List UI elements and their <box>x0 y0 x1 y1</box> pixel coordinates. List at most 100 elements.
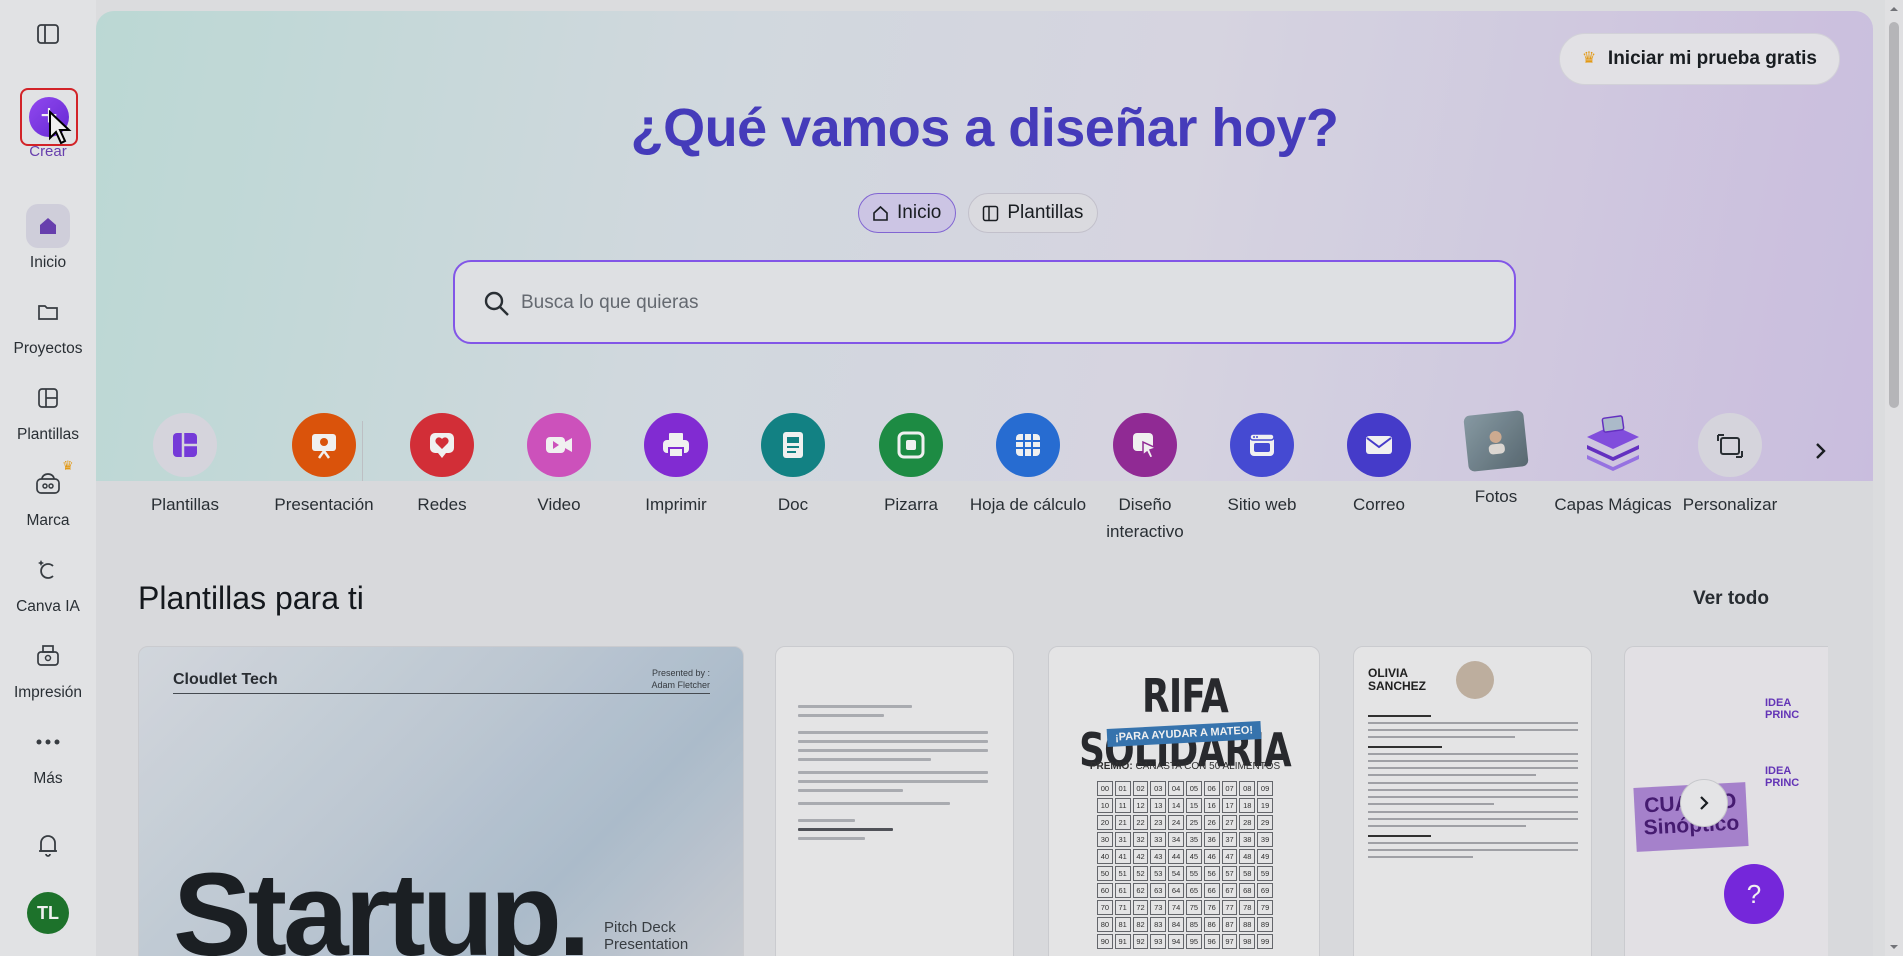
template-card-startup[interactable]: Cloudlet Tech Presented by : Adam Fletche… <box>138 646 744 956</box>
mouse-cursor-icon <box>49 110 72 145</box>
raffle-number-cell: 90 <box>1097 934 1113 949</box>
start-trial-button[interactable]: ♛ Iniciar mi prueba gratis <box>1558 33 1840 85</box>
raffle-number-cell: 35 <box>1186 832 1202 847</box>
category-presentacion[interactable]: Presentación <box>265 413 383 518</box>
synoptic-idea-label: IDEA PRINC <box>1765 697 1800 721</box>
raffle-number-cell: 25 <box>1186 815 1202 830</box>
category-imprimir[interactable]: Imprimir <box>617 413 735 518</box>
category-diseno-interactivo[interactable]: Diseño interactivo <box>1086 413 1204 545</box>
category-hoja-de-calculo[interactable]: Hoja de cálculo <box>969 413 1087 518</box>
scroll-down-icon[interactable] <box>1889 942 1899 952</box>
raffle-number-cell: 20 <box>1097 815 1113 830</box>
raffle-number-cell: 39 <box>1257 832 1273 847</box>
presentation-icon <box>292 413 356 477</box>
raffle-number-cell: 19 <box>1257 798 1273 813</box>
scrollbar-thumb[interactable] <box>1889 22 1899 408</box>
mail-icon <box>1347 413 1411 477</box>
page-title: ¿Qué vamos a diseñar hoy? <box>630 98 1339 158</box>
raffle-number-cell: 98 <box>1239 934 1256 949</box>
presenter-name: Adam Fletcher <box>651 680 710 690</box>
raffle-number-cell: 69 <box>1257 883 1273 898</box>
category-label: Personalizar <box>1682 495 1778 514</box>
raffle-number-cell: 31 <box>1114 832 1131 847</box>
page-scrollbar[interactable] <box>1885 0 1903 956</box>
home-icon <box>873 205 888 221</box>
see-all-link[interactable]: Ver todo <box>1693 588 1769 610</box>
prize-text: CANASTA CON 50 ALIMENTOS <box>1135 761 1281 772</box>
resume-last-name: SANCHEZ <box>1368 679 1427 693</box>
category-video[interactable]: Video <box>500 413 618 518</box>
scroll-up-icon[interactable] <box>1889 4 1899 14</box>
raffle-number-cell: 94 <box>1168 934 1184 949</box>
resume-name: OLIVIA SANCHEZ <box>1368 667 1426 693</box>
raffle-number-cell: 81 <box>1114 917 1131 932</box>
raffle-number-cell: 78 <box>1239 900 1256 915</box>
raffle-number-cell: 71 <box>1114 900 1131 915</box>
category-doc[interactable]: Doc <box>734 413 852 518</box>
sidebar-item-label: Más <box>33 770 63 787</box>
raffle-number-cell: 95 <box>1186 934 1202 949</box>
raffle-number-cell: 00 <box>1097 781 1113 796</box>
category-shortcuts: Plantillas Presentación Redes Video Impr… <box>126 410 1826 545</box>
template-headline: Startup. <box>173 849 591 956</box>
raffle-number-cell: 24 <box>1168 815 1184 830</box>
sidebar-item-mas[interactable]: Más <box>0 720 96 788</box>
sidebar-toggle-icon[interactable] <box>36 22 60 46</box>
raffle-number-cell: 54 <box>1168 866 1184 881</box>
custom-size-icon <box>1698 413 1762 477</box>
category-fotos[interactable]: Fotos <box>1437 410 1555 510</box>
template-card-raffle[interactable]: RIFA SOLIDARIA ¡PARA AYUDAR A MATEO! PRE… <box>1048 646 1320 956</box>
sheet-icon <box>996 413 1060 477</box>
carousel-next-button[interactable] <box>1680 779 1728 827</box>
raffle-number-cell: 43 <box>1150 849 1167 864</box>
raffle-number-cell: 88 <box>1239 917 1256 932</box>
template-subtitle: Pitch Deck Presentation <box>604 919 688 953</box>
raffle-number-cell: 23 <box>1150 815 1167 830</box>
tab-plantillas[interactable]: Plantillas <box>968 193 1099 233</box>
raffle-number-cell: 73 <box>1150 900 1167 915</box>
raffle-number-cell: 42 <box>1132 849 1149 864</box>
sidebar-item-impresion[interactable]: Impresión <box>0 634 96 702</box>
raffle-number-cell: 13 <box>1150 798 1167 813</box>
sidebar-item-canva-ia[interactable]: Canva IA <box>0 548 96 616</box>
sidebar-item-label: Impresión <box>13 684 83 701</box>
search-input[interactable] <box>521 284 1421 322</box>
help-button[interactable]: ? <box>1724 864 1784 924</box>
sidebar-item-label: Canva IA <box>16 598 80 615</box>
synoptic-idea-label: IDEA PRINC <box>1765 765 1800 789</box>
category-sitio-web[interactable]: Sitio web <box>1203 413 1321 518</box>
category-label: Capas Mágicas <box>1554 495 1672 514</box>
avatar[interactable]: TL <box>27 892 69 934</box>
ai-icon <box>26 548 70 592</box>
raffle-number-cell: 34 <box>1168 832 1184 847</box>
raffle-number-cell: 57 <box>1221 866 1238 881</box>
search-bar[interactable] <box>453 260 1516 344</box>
tab-inicio[interactable]: Inicio <box>858 193 957 233</box>
category-label: Hoja de cálculo <box>969 495 1087 514</box>
raffle-number-cell: 89 <box>1257 917 1273 932</box>
raffle-number-cell: 60 <box>1097 883 1113 898</box>
category-label: Imprimir <box>645 495 707 514</box>
raffle-number-cell: 15 <box>1186 798 1202 813</box>
templates-icon <box>26 376 70 420</box>
sidebar-item-label: Inicio <box>29 254 67 271</box>
raffle-number-cell: 04 <box>1168 781 1184 796</box>
category-plantillas[interactable]: Plantillas <box>126 413 244 518</box>
category-correo[interactable]: Correo <box>1320 413 1438 518</box>
raffle-number-cell: 07 <box>1221 781 1238 796</box>
template-card-letter[interactable] <box>775 646 1014 956</box>
bell-icon[interactable] <box>36 832 60 858</box>
chevron-right-icon[interactable] <box>1810 441 1830 461</box>
sidebar-item-marca[interactable]: Marca <box>0 462 96 530</box>
category-pizarra[interactable]: Pizarra <box>852 413 970 518</box>
sidebar-item-inicio[interactable]: Inicio <box>0 204 96 272</box>
sidebar-item-plantillas[interactable]: Plantillas <box>0 376 96 444</box>
template-card-resume[interactable]: OLIVIA SANCHEZ <box>1353 646 1592 956</box>
category-capas-magicas[interactable]: Capas Mágicas <box>1554 413 1672 518</box>
category-redes[interactable]: Redes <box>383 413 501 518</box>
raffle-number-cell: 44 <box>1168 849 1184 864</box>
sidebar-item-proyectos[interactable]: Proyectos <box>0 290 96 358</box>
category-personalizar[interactable]: Personalizar <box>1671 413 1789 518</box>
templates-icon <box>153 413 217 477</box>
raffle-number-cell: 10 <box>1097 798 1113 813</box>
